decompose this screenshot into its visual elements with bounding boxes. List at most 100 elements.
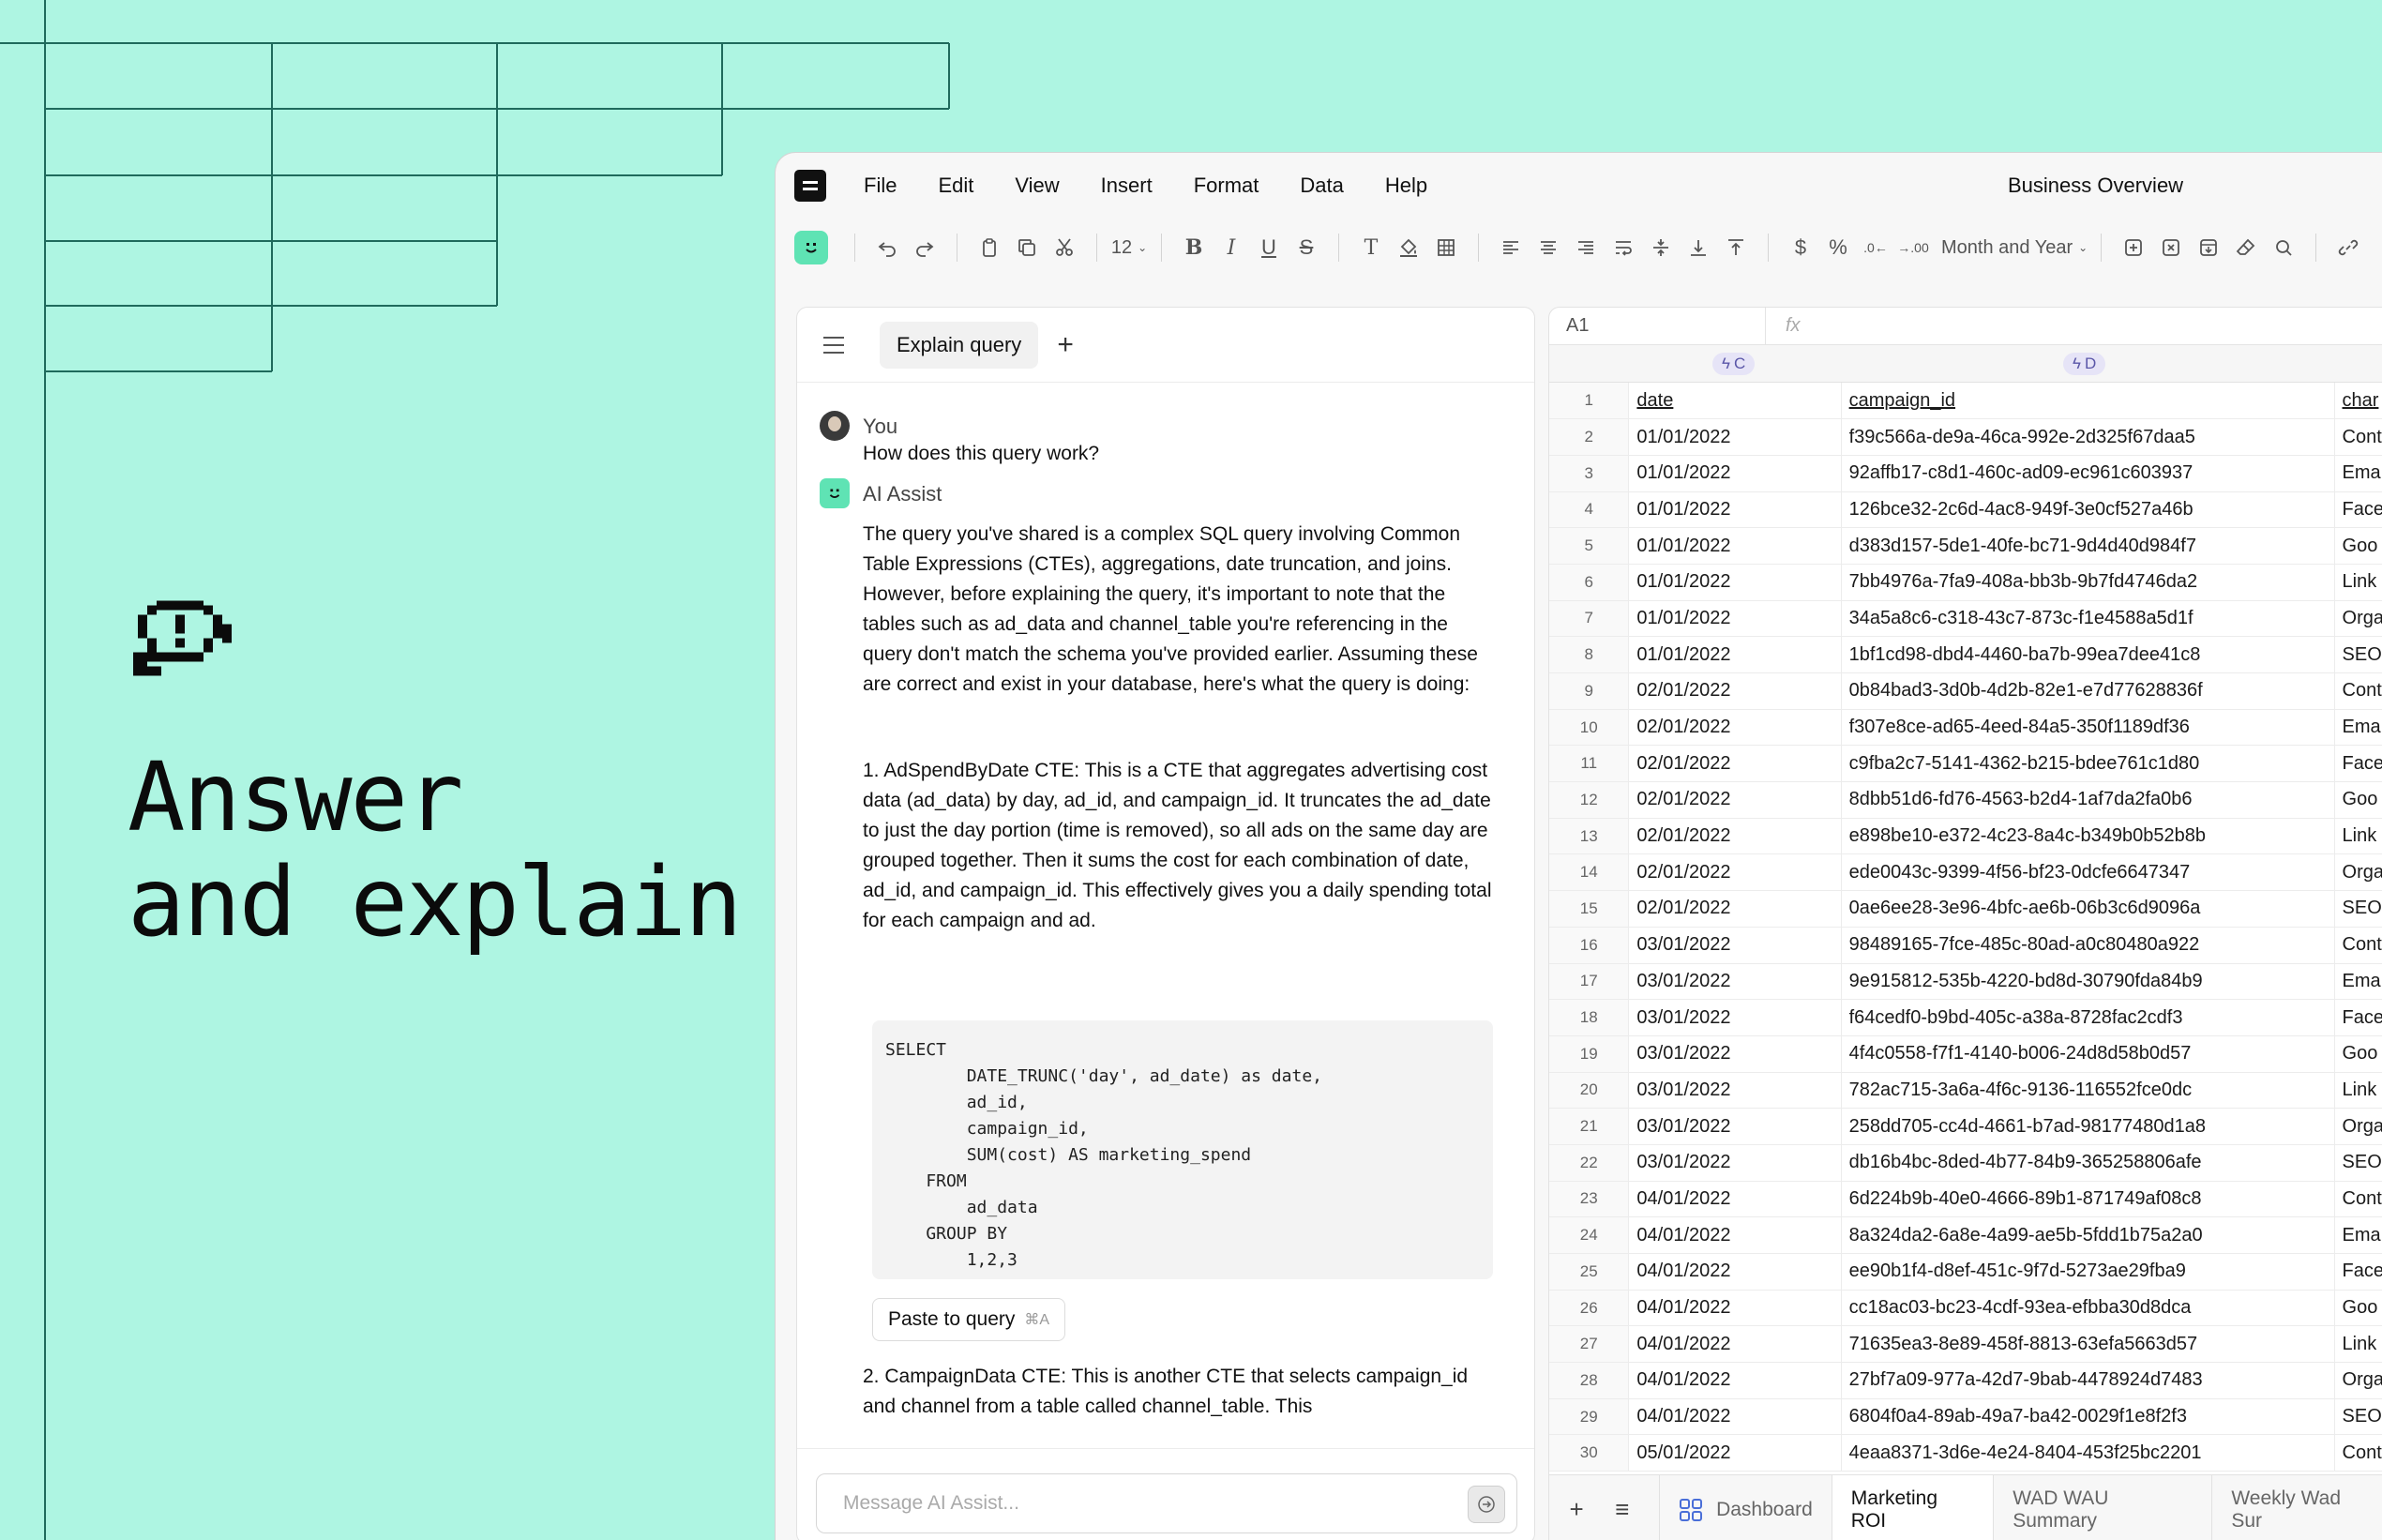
table-cell[interactable]: 03/01/2022 (1628, 927, 1842, 964)
table-cell[interactable]: 0ae6ee28-3e96-4bfc-ae6b-06b3c6d9096a (1841, 890, 2335, 928)
row-number[interactable]: 15 (1549, 890, 1630, 928)
table-cell[interactable]: Cont (2334, 672, 2382, 710)
table-cell[interactable]: Goo (2334, 1290, 2382, 1327)
table-cell[interactable]: Goo (2334, 527, 2382, 565)
menu-help[interactable]: Help (1385, 174, 1427, 198)
table-cell[interactable]: Link (2334, 564, 2382, 601)
delete-row-button[interactable] (2152, 229, 2190, 266)
document-title[interactable]: Business Overview (2008, 174, 2183, 198)
table-cell[interactable]: Cont (2334, 927, 2382, 964)
row-number[interactable]: 1 (1549, 383, 1630, 420)
table-cell[interactable]: 03/01/2022 (1628, 1072, 1842, 1110)
row-number[interactable]: 4 (1549, 491, 1630, 529)
clear-format-button[interactable]: T (1352, 229, 1390, 266)
table-cell[interactable]: Cont (2334, 1181, 2382, 1218)
table-cell[interactable]: db16b4bc-8ded-4b77-84b9-365258806afe (1841, 1144, 2335, 1182)
eraser-button[interactable] (2227, 229, 2265, 266)
table-cell[interactable]: 01/01/2022 (1628, 600, 1842, 638)
table-cell[interactable]: ee90b1f4-d8ef-451c-9f7d-5273ae29fba9 (1841, 1253, 2335, 1291)
table-cell[interactable]: f307e8ce-ad65-4eed-84a5-350f1189df36 (1841, 709, 2335, 747)
table-cell[interactable]: 01/01/2022 (1628, 455, 1842, 492)
date-format-select[interactable]: Month and Year ⌄ (1932, 229, 2088, 266)
table-cell[interactable]: c9fba2c7-5141-4362-b215-bdee761c1d80 (1841, 745, 2335, 783)
table-cell[interactable]: 02/01/2022 (1628, 818, 1842, 855)
undo-button[interactable] (868, 229, 906, 266)
row-number[interactable]: 9 (1549, 672, 1630, 710)
table-cell[interactable]: 04/01/2022 (1628, 1398, 1842, 1436)
row-number[interactable]: 30 (1549, 1434, 1630, 1472)
insert-row-button[interactable] (2115, 229, 2152, 266)
chat-tab-explain-query[interactable]: Explain query (880, 321, 1039, 369)
increase-decimal-button[interactable]: →.00 (1894, 229, 1932, 266)
table-cell[interactable]: Link (2334, 818, 2382, 855)
table-cell[interactable]: Cont (2334, 1434, 2382, 1472)
table-cell[interactable]: 03/01/2022 (1628, 963, 1842, 1001)
table-cell[interactable]: 03/01/2022 (1628, 999, 1842, 1036)
table-cell[interactable]: 03/01/2022 (1628, 1035, 1842, 1073)
row-number[interactable]: 6 (1549, 564, 1630, 601)
font-size-select[interactable]: 12 ⌄ (1110, 229, 1148, 266)
paste-to-query-button[interactable]: Paste to query ⌘A (872, 1298, 1066, 1341)
plus-icon[interactable]: + (1057, 329, 1074, 361)
valign-top-button[interactable] (1717, 229, 1755, 266)
add-sheet-icon[interactable]: + (1549, 1495, 1604, 1524)
table-cell[interactable]: f64cedf0-b9bd-405c-a38a-8728fac2cdf3 (1841, 999, 2335, 1036)
table-cell[interactable]: Orga (2334, 1362, 2382, 1399)
row-number[interactable]: 11 (1549, 745, 1630, 783)
row-number[interactable]: 21 (1549, 1108, 1630, 1145)
row-number[interactable]: 16 (1549, 927, 1630, 964)
archive-button[interactable] (2190, 229, 2227, 266)
table-cell[interactable]: SEO (2334, 1398, 2382, 1436)
table-cell[interactable]: 27bf7a09-977a-42d7-9bab-4478924d7483 (1841, 1362, 2335, 1399)
table-cell[interactable]: ede0043c-9399-4f56-bf23-0dcfe6647347 (1841, 853, 2335, 892)
sheet-tab-marketing-roi[interactable]: Marketing ROI (1831, 1474, 1994, 1540)
table-cell[interactable]: SEO (2334, 890, 2382, 928)
table-cell[interactable]: 34a5a8c6-c318-43c7-873c-f1e4588a5d1f (1841, 600, 2335, 638)
row-number[interactable]: 26 (1549, 1290, 1630, 1327)
align-right-button[interactable] (1567, 229, 1605, 266)
menu-format[interactable]: Format (1194, 174, 1259, 198)
table-cell[interactable]: f39c566a-de9a-46ca-992e-2d325f67daa5 (1841, 418, 2335, 456)
italic-button[interactable]: I (1213, 229, 1250, 266)
row-number[interactable]: 24 (1549, 1216, 1630, 1254)
table-cell[interactable]: Link (2334, 1072, 2382, 1110)
table-cell[interactable]: Goo (2334, 781, 2382, 819)
underline-button[interactable]: U (1250, 229, 1288, 266)
sheet-tab-weekly-wad[interactable]: Weekly Wad Sur (2211, 1474, 2382, 1540)
align-left-button[interactable] (1492, 229, 1530, 266)
table-cell[interactable]: cc18ac03-bc23-4cdf-93ea-efbba30d8dca (1841, 1290, 2335, 1327)
link-button[interactable] (2329, 229, 2367, 266)
copy-button[interactable] (1008, 229, 1046, 266)
column-c-header[interactable]: ϟC (1712, 353, 1756, 375)
table-cell[interactable]: 4f4c0558-f7f1-4140-b006-24d8d58b0d57 (1841, 1035, 2335, 1073)
row-number[interactable]: 8 (1549, 636, 1630, 673)
row-number[interactable]: 28 (1549, 1362, 1630, 1399)
table-cell[interactable]: d383d157-5de1-40fe-bc71-9d4d40d984f7 (1841, 527, 2335, 565)
row-number[interactable]: 14 (1549, 853, 1630, 892)
table-cell[interactable]: 03/01/2022 (1628, 1108, 1842, 1145)
table-cell[interactable]: e898be10-e372-4c23-8a4c-b349b0b52b8b (1841, 818, 2335, 855)
row-number[interactable]: 2 (1549, 418, 1630, 456)
table-cell[interactable]: date (1628, 383, 1842, 420)
valign-bottom-button[interactable] (1680, 229, 1717, 266)
row-number[interactable]: 29 (1549, 1398, 1630, 1436)
table-cell[interactable]: 1bf1cd98-dbd4-4460-ba7b-99ea7dee41c8 (1841, 636, 2335, 673)
row-number[interactable]: 10 (1549, 709, 1630, 747)
table-cell[interactable]: Face (2334, 999, 2382, 1036)
currency-format-button[interactable]: $ (1782, 229, 1819, 266)
table-cell[interactable]: 71635ea3-8e89-458f-8813-63efa5663d57 (1841, 1325, 2335, 1364)
table-cell[interactable]: 02/01/2022 (1628, 781, 1842, 819)
borders-button[interactable] (1427, 229, 1465, 266)
table-cell[interactable]: 6d224b9b-40e0-4666-89b1-871749af08c8 (1841, 1181, 2335, 1218)
table-cell[interactable]: 01/01/2022 (1628, 418, 1842, 456)
row-number[interactable]: 18 (1549, 999, 1630, 1036)
app-logo[interactable] (794, 170, 826, 202)
table-cell[interactable]: Orga (2334, 853, 2382, 892)
table-cell[interactable]: 04/01/2022 (1628, 1325, 1842, 1364)
row-number[interactable]: 22 (1549, 1144, 1630, 1182)
row-number[interactable]: 7 (1549, 600, 1630, 638)
table-cell[interactable]: Cont (2334, 418, 2382, 456)
align-center-button[interactable] (1530, 229, 1567, 266)
redo-button[interactable] (906, 229, 943, 266)
table-cell[interactable]: Goo (2334, 1035, 2382, 1073)
